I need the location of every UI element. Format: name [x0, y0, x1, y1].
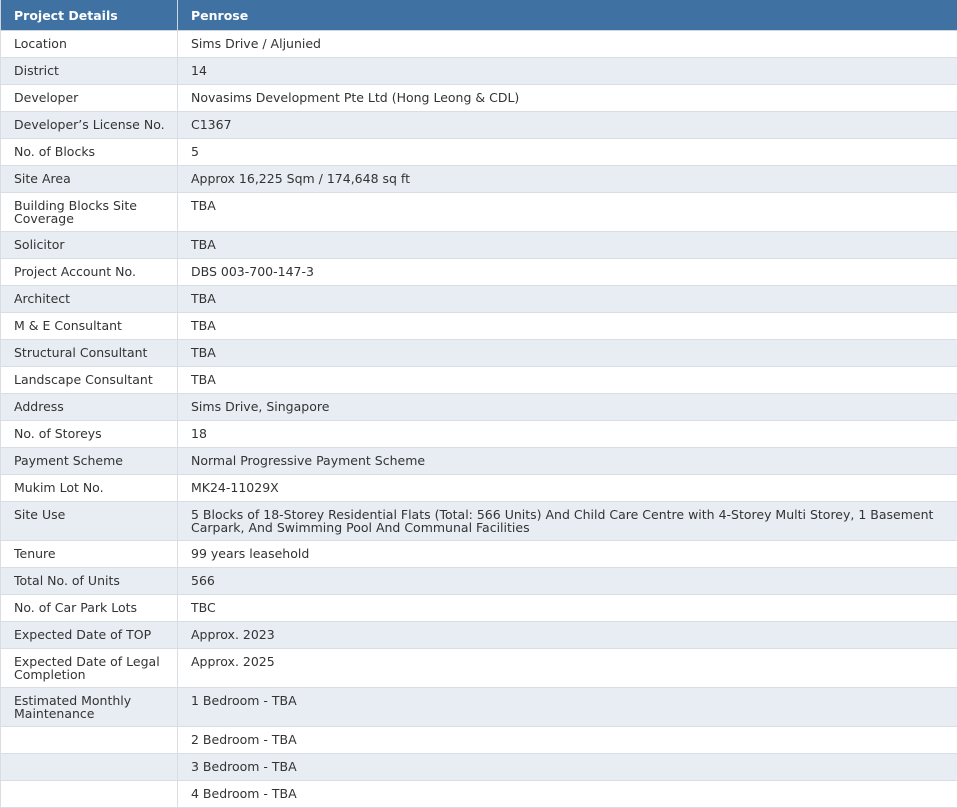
table-row: Site AreaApprox 16,225 Sqm / 174,648 sq …	[1, 166, 957, 193]
row-label: Building Blocks Site Coverage	[1, 193, 178, 232]
table-row: No. of Blocks5	[1, 139, 957, 166]
table-row: Estimated Monthly Maintenance1 Bedroom -…	[1, 688, 957, 727]
row-label: District	[1, 58, 178, 85]
table-row: DeveloperNovasims Development Pte Ltd (H…	[1, 85, 957, 112]
row-label: Landscape Consultant	[1, 367, 178, 394]
table-row: Expected Date of TOPApprox. 2023	[1, 622, 957, 649]
table-row: Building Blocks Site CoverageTBA	[1, 193, 957, 232]
table-row: Mukim Lot No.MK24-11029X	[1, 475, 957, 502]
row-value: 18	[178, 421, 957, 448]
row-label: Expected Date of Legal Completion	[1, 649, 178, 688]
row-value: DBS 003-700-147-3	[178, 259, 957, 286]
row-label: Address	[1, 394, 178, 421]
row-label: Tenure	[1, 541, 178, 568]
table-row: Tenure99 years leasehold	[1, 541, 957, 568]
row-value: Approx. 2025	[178, 649, 957, 688]
header-project-name: Penrose	[178, 0, 957, 31]
row-value: TBA	[178, 193, 957, 232]
table-row: Site Use5 Blocks of 18-Storey Residentia…	[1, 502, 957, 541]
table-row: Developer’s License No.C1367	[1, 112, 957, 139]
row-label: Total No. of Units	[1, 568, 178, 595]
row-label: Site Use	[1, 502, 178, 541]
row-label: Expected Date of TOP	[1, 622, 178, 649]
row-label: Developer’s License No.	[1, 112, 178, 139]
row-value: Normal Progressive Payment Scheme	[178, 448, 957, 475]
table-row: Project Account No.DBS 003-700-147-3	[1, 259, 957, 286]
row-label	[1, 727, 178, 754]
row-label: No. of Blocks	[1, 139, 178, 166]
table-row: No. of Storeys18	[1, 421, 957, 448]
row-value: Sims Drive / Aljunied	[178, 31, 957, 58]
row-label: Location	[1, 31, 178, 58]
table-row: District14	[1, 58, 957, 85]
row-label: M & E Consultant	[1, 313, 178, 340]
row-value: TBA	[178, 367, 957, 394]
row-value: 5 Blocks of 18-Storey Residential Flats …	[178, 502, 957, 541]
row-value: 2 Bedroom - TBA	[178, 727, 957, 754]
table-row: Expected Date of Legal CompletionApprox.…	[1, 649, 957, 688]
row-value: TBA	[178, 286, 957, 313]
row-value: TBA	[178, 340, 957, 367]
row-label	[1, 754, 178, 781]
table-row: Structural ConsultantTBA	[1, 340, 957, 367]
row-label: Solicitor	[1, 232, 178, 259]
table-row: No. of Car Park LotsTBC	[1, 595, 957, 622]
table-row: M & E ConsultantTBA	[1, 313, 957, 340]
table-row: 4 Bedroom - TBA	[1, 781, 957, 808]
table-row: Landscape ConsultantTBA	[1, 367, 957, 394]
row-value: Approx. 2023	[178, 622, 957, 649]
table-row: 3 Bedroom - TBA	[1, 754, 957, 781]
row-value: 5	[178, 139, 957, 166]
header-project-details: Project Details	[1, 0, 178, 31]
row-value: 14	[178, 58, 957, 85]
row-value: Approx 16,225 Sqm / 174,648 sq ft	[178, 166, 957, 193]
project-details-table: Project Details Penrose LocationSims Dri…	[0, 0, 957, 808]
row-value: 1 Bedroom - TBA	[178, 688, 957, 727]
table-row: Total No. of Units566	[1, 568, 957, 595]
row-value: MK24-11029X	[178, 475, 957, 502]
row-label: Architect	[1, 286, 178, 313]
row-label: No. of Car Park Lots	[1, 595, 178, 622]
table-row: ArchitectTBA	[1, 286, 957, 313]
row-value: Sims Drive, Singapore	[178, 394, 957, 421]
row-value: 4 Bedroom - TBA	[178, 781, 957, 808]
row-label: Mukim Lot No.	[1, 475, 178, 502]
row-value: 566	[178, 568, 957, 595]
row-label: Estimated Monthly Maintenance	[1, 688, 178, 727]
row-label: Payment Scheme	[1, 448, 178, 475]
table-row: 2 Bedroom - TBA	[1, 727, 957, 754]
row-label: Developer	[1, 85, 178, 112]
row-value: TBC	[178, 595, 957, 622]
row-value: TBA	[178, 232, 957, 259]
row-label: No. of Storeys	[1, 421, 178, 448]
row-value: C1367	[178, 112, 957, 139]
row-value: 3 Bedroom - TBA	[178, 754, 957, 781]
row-label: Project Account No.	[1, 259, 178, 286]
table-row: Payment SchemeNormal Progressive Payment…	[1, 448, 957, 475]
row-value: Novasims Development Pte Ltd (Hong Leong…	[178, 85, 957, 112]
row-value: 99 years leasehold	[178, 541, 957, 568]
table-row: LocationSims Drive / Aljunied	[1, 31, 957, 58]
row-label: Site Area	[1, 166, 178, 193]
table-header-row: Project Details Penrose	[1, 0, 957, 31]
row-label	[1, 781, 178, 808]
row-label: Structural Consultant	[1, 340, 178, 367]
row-value: TBA	[178, 313, 957, 340]
table-row: SolicitorTBA	[1, 232, 957, 259]
table-row: AddressSims Drive, Singapore	[1, 394, 957, 421]
